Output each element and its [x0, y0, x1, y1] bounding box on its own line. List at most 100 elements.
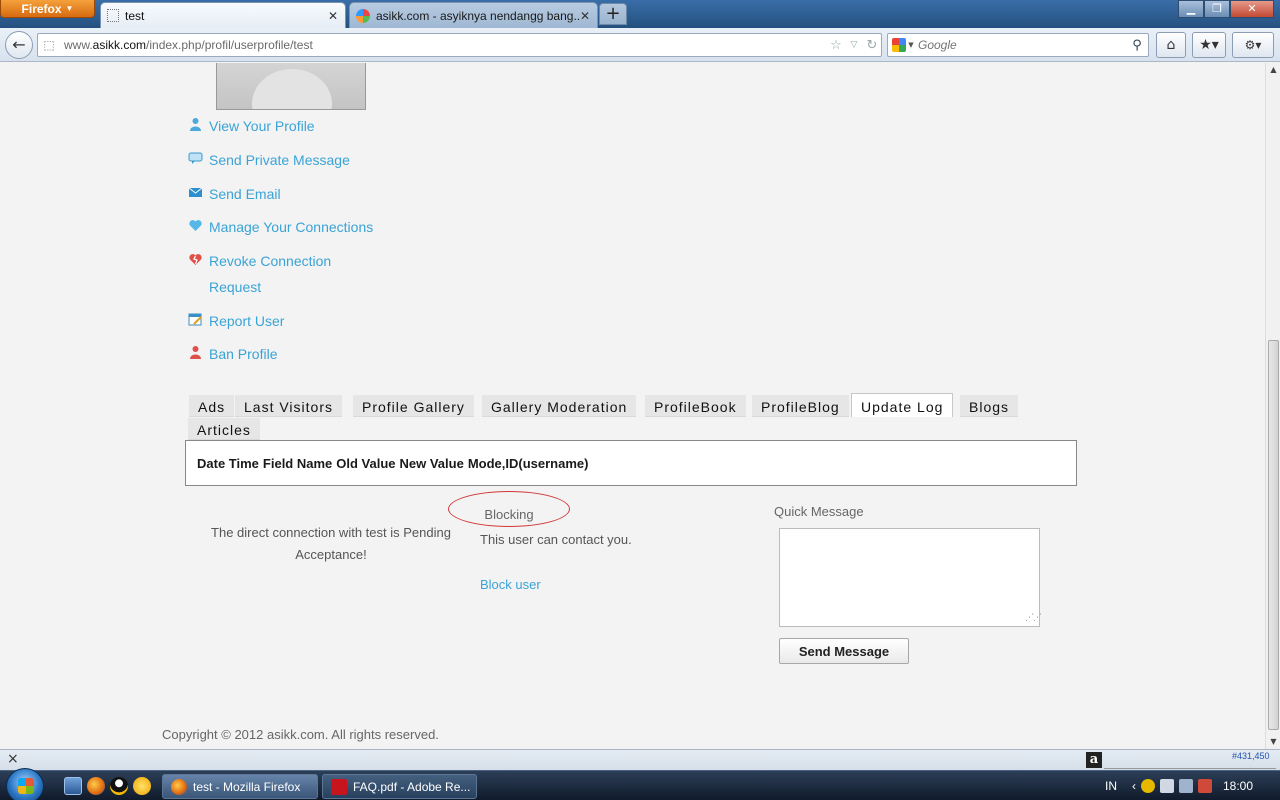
alexa-icon[interactable]: a	[1086, 752, 1102, 768]
quick-message-title: Quick Message	[774, 504, 864, 519]
tab-ads[interactable]: Ads	[189, 395, 235, 417]
google-icon	[892, 38, 907, 52]
bookmark-star-icon[interactable]: ☆	[827, 38, 845, 53]
heart-icon	[189, 220, 202, 231]
taskbar-item-label: FAQ.pdf - Adobe Re...	[353, 779, 471, 794]
taskbar-item-label: test - Mozilla Firefox	[193, 779, 301, 794]
block-user-link[interactable]: Block user	[480, 577, 541, 592]
tab-last-visitors[interactable]: Last Visitors	[235, 395, 342, 417]
revoke-connection-link[interactable]: Revoke Connection Request	[188, 253, 331, 300]
pdf-icon	[331, 778, 347, 795]
search-icon[interactable]: ⚲	[1126, 38, 1148, 53]
bookmarks-icon[interactable]: ★▾	[1192, 32, 1226, 58]
scrollbar-thumb[interactable]	[1268, 340, 1279, 730]
connection-status-line-2: Acceptance!	[295, 547, 367, 562]
ban-profile-link[interactable]: Ban Profile	[188, 346, 277, 367]
reload-icon[interactable]: ↻	[863, 38, 881, 53]
tab-label: test	[125, 8, 145, 23]
page-content: View Your Profile Send Private Message S…	[0, 63, 1265, 749]
tab-update-log[interactable]: Update Log	[851, 393, 954, 417]
close-window-icon[interactable]: ✕	[1230, 0, 1274, 18]
send-message-button[interactable]: Send Message	[779, 638, 909, 664]
browser-tab-test[interactable]: test ✕	[100, 2, 346, 28]
window-controls: ▁ ❐ ✕	[1178, 0, 1274, 18]
column-header-new-value: New Value	[399, 455, 464, 471]
search-input[interactable]	[918, 38, 1126, 52]
send-private-message-label: Send Private Message	[209, 152, 350, 168]
view-profile-link[interactable]: View Your Profile	[188, 118, 315, 139]
title-bar: Firefox ▼ test ✕ asikk.com - asyiknya ne…	[0, 0, 1280, 28]
show-hidden-icons-icon[interactable]: ‹	[1132, 779, 1136, 793]
column-header-old-value: Old Value	[336, 455, 396, 471]
resize-grip-icon[interactable]: ⋰⋰	[1025, 613, 1042, 623]
close-addon-bar-icon[interactable]: ×	[7, 751, 19, 767]
ban-profile-label: Ban Profile	[209, 346, 278, 362]
url-text[interactable]: www.asikk.com/index.php/profil/userprofi…	[60, 38, 827, 52]
tab-profilebook[interactable]: ProfileBook	[645, 395, 746, 417]
tab-blogs[interactable]: Blogs	[960, 395, 1019, 417]
url-path: /index.php/profil/userprofile/test	[146, 38, 313, 52]
quick-message-textarea[interactable]	[779, 528, 1040, 627]
network-icon[interactable]	[1179, 779, 1193, 793]
scroll-up-icon[interactable]: ▲	[1266, 63, 1280, 77]
windows-taskbar: test - Mozilla Firefox FAQ.pdf - Adobe R…	[0, 768, 1280, 800]
copyright: Copyright © 2012 asikk.com. All rights r…	[162, 727, 439, 742]
tab-close-icon[interactable]: ✕	[579, 9, 591, 23]
blocking-status-text: This user can contact you.	[480, 532, 632, 547]
dropdown-arrow-icon: ▼	[65, 4, 74, 13]
manage-connections-link[interactable]: Manage Your Connections	[188, 219, 373, 240]
language-indicator[interactable]: IN	[1105, 779, 1117, 793]
home-icon[interactable]: ⌂	[1156, 32, 1186, 58]
revoke-connection-label: Revoke Connection Request	[209, 248, 331, 300]
avatar	[216, 63, 366, 110]
tray-device-icon[interactable]	[1160, 779, 1174, 793]
new-tab-button[interactable]: +	[599, 3, 627, 25]
tray-app-icon[interactable]	[1141, 779, 1155, 793]
url-prefix: www.	[64, 38, 93, 52]
firefox-icon[interactable]	[87, 777, 105, 795]
tab-close-icon[interactable]: ✕	[327, 9, 339, 23]
clock[interactable]: 18:00	[1223, 779, 1253, 793]
revoke-line-1: Revoke Connection	[209, 253, 332, 269]
history-dropdown-icon[interactable]: ▽	[845, 40, 863, 50]
report-user-link[interactable]: Report User	[188, 313, 284, 334]
start-button[interactable]	[6, 768, 44, 800]
send-private-message-link[interactable]: Send Private Message	[188, 152, 350, 173]
taskbar-item-firefox[interactable]: test - Mozilla Firefox	[162, 774, 318, 799]
volume-muted-icon[interactable]	[1198, 779, 1212, 793]
send-email-label: Send Email	[209, 186, 281, 202]
report-icon	[188, 313, 202, 326]
url-host: asikk.com	[92, 38, 147, 52]
qq-icon[interactable]	[110, 777, 128, 795]
send-email-link[interactable]: Send Email	[188, 186, 281, 207]
vertical-scrollbar[interactable]: ▲ ▼	[1265, 63, 1280, 749]
column-header-mode-id: Mode,ID(username)	[467, 455, 589, 471]
maximize-icon[interactable]: ❐	[1204, 0, 1230, 18]
site-identity-icon[interactable]: ⬚	[38, 38, 60, 52]
tab-gallery-moderation[interactable]: Gallery Moderation	[482, 395, 637, 417]
blocking-title: Blocking	[484, 507, 534, 522]
dropdown-arrow-icon: ▼	[908, 41, 914, 49]
messenger-icon[interactable]	[133, 777, 151, 795]
column-header-date-time: Date Time	[197, 455, 259, 471]
search-engine-selector[interactable]: ▼	[888, 38, 918, 52]
browser-tab-asikk[interactable]: asikk.com - asyiknya nendangg bang... ✕	[349, 2, 598, 28]
tab-profileblog[interactable]: ProfileBlog	[752, 395, 849, 417]
firefox-menu-label: Firefox	[21, 1, 62, 16]
show-desktop-icon[interactable]	[64, 777, 82, 795]
tab-articles[interactable]: Articles	[188, 418, 260, 440]
system-tray: IN ‹ 18:00	[1105, 771, 1253, 800]
scroll-down-icon[interactable]: ▼	[1266, 735, 1280, 749]
connection-status-line-1: The direct connection with test is Pendi…	[211, 525, 451, 540]
taskbar-item-adobe-reader[interactable]: FAQ.pdf - Adobe Re...	[322, 774, 477, 799]
minimize-icon[interactable]: ▁	[1178, 0, 1204, 18]
url-bar[interactable]: ⬚ www.asikk.com/index.php/profil/userpro…	[37, 33, 882, 57]
revoke-line-2: Request	[209, 279, 262, 295]
back-button[interactable]: ←	[5, 31, 33, 59]
alexa-rank: #431,450	[1232, 751, 1270, 761]
firefox-menu-button[interactable]: Firefox ▼	[0, 0, 95, 18]
addon-icon[interactable]: ⚙▾	[1232, 32, 1274, 58]
windows-logo-icon	[18, 778, 34, 794]
connection-status: The direct connection with test is Pendi…	[200, 522, 462, 566]
tab-profile-gallery[interactable]: Profile Gallery	[353, 395, 474, 417]
